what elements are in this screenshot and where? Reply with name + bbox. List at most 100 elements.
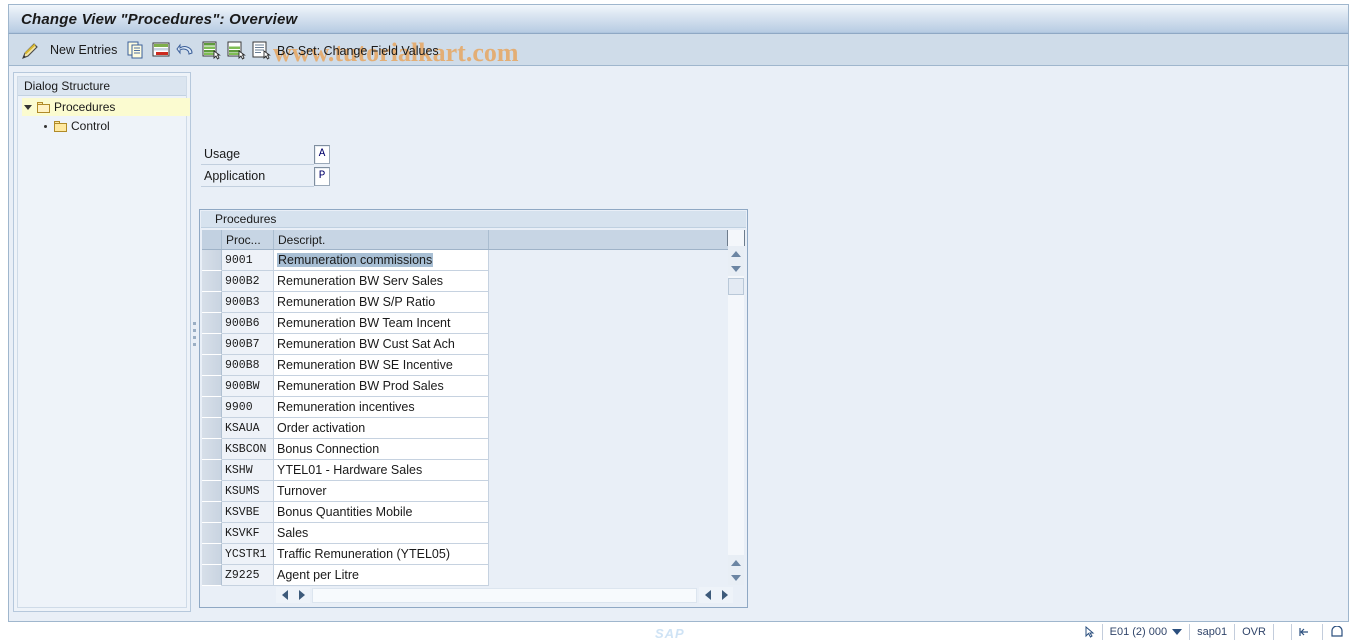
cell-procedure-code[interactable]: 900B3 <box>222 292 274 313</box>
cell-procedure-code[interactable]: 9001 <box>222 250 274 271</box>
table-horizontal-scrollbar[interactable] <box>202 587 733 603</box>
cell-description[interactable]: Traffic Remuneration (YTEL05) <box>274 544 489 565</box>
table-row[interactable]: 900B3 Remuneration BW S/P Ratio <box>202 292 733 313</box>
table-row[interactable]: KSVKF Sales <box>202 523 733 544</box>
panel-splitter[interactable] <box>192 72 198 612</box>
table-row[interactable]: KSVBE Bonus Quantities Mobile <box>202 502 733 523</box>
cell-description[interactable]: Agent per Litre <box>274 565 489 586</box>
cell-procedure-code[interactable]: KSVBE <box>222 502 274 523</box>
row-select-button[interactable] <box>202 313 222 334</box>
copy-icon[interactable] <box>125 39 147 61</box>
sidebar-item-control[interactable]: Control <box>22 117 190 135</box>
status-back-icon[interactable] <box>1291 624 1322 640</box>
deselect-all-icon[interactable] <box>225 39 247 61</box>
cell-description[interactable]: Bonus Connection <box>274 439 489 460</box>
status-resize-icon[interactable] <box>1322 624 1351 640</box>
table-row[interactable]: 900BW Remuneration BW Prod Sales <box>202 376 733 397</box>
table-row[interactable]: KSAUA Order activation <box>202 418 733 439</box>
chevron-down-icon[interactable] <box>24 104 32 110</box>
cell-procedure-code[interactable]: 900B2 <box>222 271 274 292</box>
cell-description[interactable]: Bonus Quantities Mobile <box>274 502 489 523</box>
cell-description[interactable]: YTEL01 - Hardware Sales <box>274 460 489 481</box>
select-all-column-header[interactable] <box>202 230 222 249</box>
sidebar-item-procedures[interactable]: Procedures <box>22 98 190 116</box>
table-row[interactable]: KSBCON Bonus Connection <box>202 439 733 460</box>
scroll-down-button[interactable] <box>728 261 744 276</box>
scroll-right-button[interactable] <box>293 587 310 603</box>
row-select-button[interactable] <box>202 355 222 376</box>
cell-description[interactable]: Remuneration BW Cust Sat Ach <box>274 334 489 355</box>
delete-row-icon[interactable] <box>150 39 172 61</box>
row-select-button[interactable] <box>202 460 222 481</box>
cell-procedure-code[interactable]: KSUMS <box>222 481 274 502</box>
application-input[interactable]: P <box>314 167 330 186</box>
cell-procedure-code[interactable]: KSVKF <box>222 523 274 544</box>
cell-procedure-code[interactable]: 900BW <box>222 376 274 397</box>
row-select-button[interactable] <box>202 502 222 523</box>
bc-set-change-field-values-button[interactable]: BC Set: Change Field Values <box>277 44 439 58</box>
row-select-button[interactable] <box>202 334 222 355</box>
table-row[interactable]: 900B6 Remuneration BW Team Incent <box>202 313 733 334</box>
scrollbar-thumb[interactable] <box>728 278 744 295</box>
cell-description[interactable]: Remuneration BW Serv Sales <box>274 271 489 292</box>
cell-description[interactable]: Remuneration BW SE Incentive <box>274 355 489 376</box>
cell-description[interactable]: Remuneration BW S/P Ratio <box>274 292 489 313</box>
new-entries-label[interactable]: New Entries <box>50 43 117 57</box>
row-select-button[interactable] <box>202 481 222 502</box>
cell-description[interactable]: Remuneration commissions <box>274 250 489 271</box>
cell-description[interactable]: Remuneration BW Prod Sales <box>274 376 489 397</box>
row-select-button[interactable] <box>202 565 222 586</box>
column-header-description[interactable]: Descript. <box>274 230 489 249</box>
cell-procedure-code[interactable]: 900B7 <box>222 334 274 355</box>
row-select-button[interactable] <box>202 250 222 271</box>
cell-description[interactable]: Order activation <box>274 418 489 439</box>
pencil-icon[interactable] <box>19 40 41 62</box>
scroll-page-up-button[interactable] <box>728 555 744 570</box>
row-select-button[interactable] <box>202 418 222 439</box>
table-row[interactable]: YCSTR1 Traffic Remuneration (YTEL05) <box>202 544 733 565</box>
row-select-button[interactable] <box>202 544 222 565</box>
chevron-down-icon[interactable] <box>1172 629 1183 635</box>
variant-icon[interactable] <box>250 39 272 61</box>
cell-procedure-code[interactable]: KSAUA <box>222 418 274 439</box>
table-row[interactable]: KSUMS Turnover <box>202 481 733 502</box>
scroll-left-button[interactable] <box>276 587 293 603</box>
hscroll-track[interactable] <box>312 587 697 603</box>
table-row[interactable]: KSHW YTEL01 - Hardware Sales <box>202 460 733 481</box>
table-row[interactable]: Z9225 Agent per Litre <box>202 565 733 586</box>
undo-icon[interactable] <box>175 39 197 61</box>
row-select-button[interactable] <box>202 397 222 418</box>
cell-procedure-code[interactable]: KSBCON <box>222 439 274 460</box>
row-select-button[interactable] <box>202 271 222 292</box>
table-row[interactable]: 900B8 Remuneration BW SE Incentive <box>202 355 733 376</box>
table-row[interactable]: 900B7 Remuneration BW Cust Sat Ach <box>202 334 733 355</box>
row-select-button[interactable] <box>202 376 222 397</box>
cell-procedure-code[interactable]: 900B8 <box>222 355 274 376</box>
cell-procedure-code[interactable]: KSHW <box>222 460 274 481</box>
cell-description[interactable]: Remuneration BW Team Incent <box>274 313 489 334</box>
table-row[interactable]: 900B2 Remuneration BW Serv Sales <box>202 271 733 292</box>
status-system[interactable]: E01 (2) 000 <box>1101 624 1189 640</box>
row-select-button[interactable] <box>202 439 222 460</box>
table-vertical-scrollbar[interactable] <box>728 230 744 585</box>
cell-description[interactable]: Turnover <box>274 481 489 502</box>
cell-procedure-code[interactable]: 900B6 <box>222 313 274 334</box>
scroll-left-end-button[interactable] <box>699 587 716 603</box>
table-row[interactable]: 9900 Remuneration incentives <box>202 397 733 418</box>
cell-procedure-code[interactable]: Z9225 <box>222 565 274 586</box>
table-row[interactable]: 9001 Remuneration commissions <box>202 250 733 271</box>
row-select-button[interactable] <box>202 523 222 544</box>
cell-description[interactable]: Sales <box>274 523 489 544</box>
column-header-procedure[interactable]: Proc... <box>222 230 274 249</box>
cell-filler <box>489 523 733 544</box>
cell-description[interactable]: Remuneration incentives <box>274 397 489 418</box>
scroll-page-down-button[interactable] <box>728 570 744 585</box>
cell-procedure-code[interactable]: 9900 <box>222 397 274 418</box>
cell-procedure-code[interactable]: YCSTR1 <box>222 544 274 565</box>
scroll-up-button[interactable] <box>728 246 744 261</box>
row-select-button[interactable] <box>202 292 222 313</box>
usage-input[interactable]: A <box>314 145 330 164</box>
select-all-icon[interactable] <box>200 39 222 61</box>
status-insert-mode[interactable]: OVR <box>1234 624 1273 640</box>
scroll-right-end-button[interactable] <box>716 587 733 603</box>
